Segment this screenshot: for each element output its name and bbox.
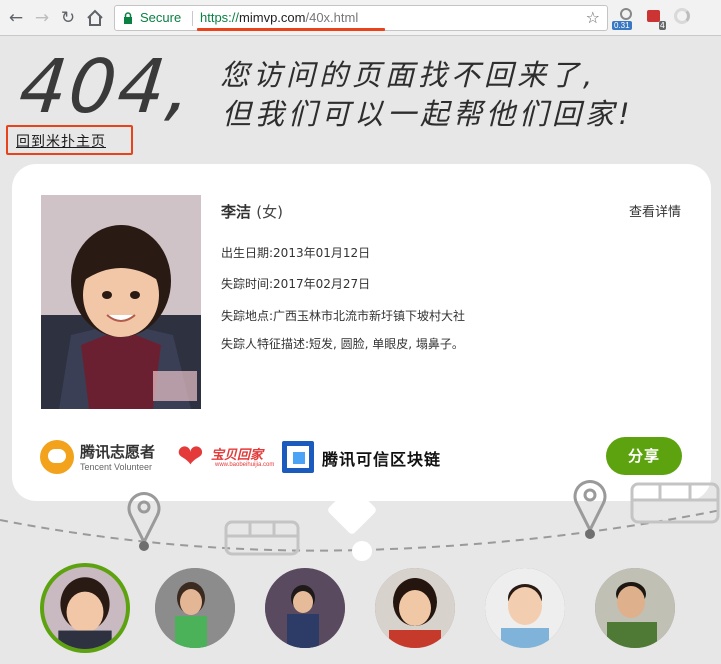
divider (192, 11, 193, 26)
avatar-child-3[interactable] (265, 568, 345, 648)
error-code: 404, (15, 44, 198, 130)
home-icon[interactable] (84, 7, 106, 29)
view-details-link[interactable]: 查看详情 (629, 201, 681, 220)
bookmark-star-icon[interactable]: ☆ (586, 8, 600, 27)
reload-icon[interactable]: ↻ (57, 7, 79, 29)
address-bar[interactable]: Secure https://mimvp.com/40x.html ☆ (114, 5, 608, 31)
avatar-child-5[interactable] (485, 568, 565, 648)
child-name: 李洁 (女) (221, 203, 283, 221)
info-description: 失踪人特征描述:短发, 圆脸, 单眼皮, 塌鼻子。 (221, 337, 464, 351)
timeline-current-dot (352, 541, 372, 561)
back-to-home-link[interactable]: 回到米扑主页 (6, 125, 133, 155)
avatar-child-1[interactable] (40, 563, 130, 653)
avatar-child-4[interactable] (375, 568, 455, 648)
extension-ring-icon[interactable] (674, 8, 692, 28)
location-pin-icon (573, 480, 607, 534)
heart-icon: ❤ (177, 437, 204, 475)
browser-toolbar: ← → ↻ Secure https://mimvp.com/40x.html … (0, 0, 721, 36)
info-birth-date: 出生日期:2013年01月12日 (221, 246, 371, 260)
baobei-huijia-logo[interactable]: ❤ 宝贝回家 www.baobeihuijia.com (177, 434, 274, 478)
extension-mail-icon[interactable]: 4 (645, 8, 666, 30)
back-arrow-icon[interactable]: ← (5, 7, 27, 29)
error-message-line1: 您访问的页面找不回来了, (220, 58, 597, 92)
avatar-child-6[interactable] (595, 568, 675, 648)
lock-icon (124, 12, 132, 24)
missing-child-card: 李洁 (女) 查看详情 出生日期:2013年01月12日 失踪时间:2017年0… (12, 164, 711, 501)
avatar-child-2[interactable] (155, 568, 235, 648)
bus-icon (630, 482, 720, 524)
info-missing-location: 失踪地点:广西玉林市北流市新圩镇下坡村大社 (221, 309, 466, 323)
tencent-volunteer-logo[interactable]: 腾讯志愿者 Tencent Volunteer (40, 438, 170, 478)
tencent-trust-chain-logo[interactable]: 腾讯可信区块链 (280, 438, 460, 478)
extension-speed-icon[interactable]: 0.31 (612, 8, 638, 30)
forward-arrow-icon[interactable]: → (31, 7, 53, 29)
error-message-line2: 但我们可以一起帮他们回家! (222, 97, 634, 131)
url-highlight-underline (197, 28, 385, 31)
secure-label: Secure (140, 10, 182, 25)
location-pin-icon (127, 492, 161, 546)
share-button[interactable]: 分享 (606, 437, 682, 475)
child-photo (41, 195, 201, 409)
info-missing-date: 失踪时间:2017年02月27日 (221, 277, 371, 291)
url-text[interactable]: https://mimvp.com/40x.html (200, 10, 358, 25)
